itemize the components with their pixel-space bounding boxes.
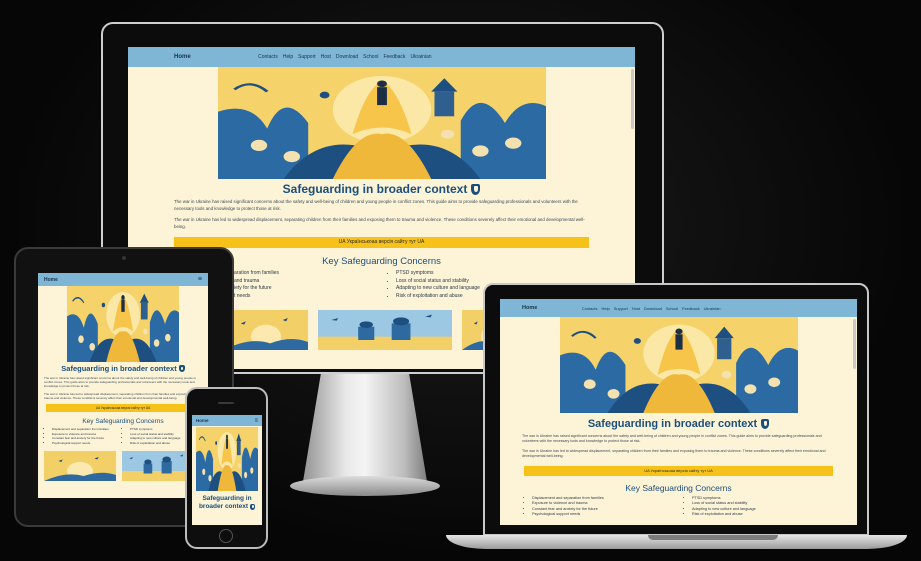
concerns-heading: Key Safeguarding Concerns: [82, 418, 164, 426]
list-item: t needs: [234, 292, 251, 299]
displacement-paragraph: The war in Ukraine has led to widespread…: [174, 217, 585, 229]
nav-link-host[interactable]: Host: [632, 306, 640, 311]
displacement-paragraph: The war in Ukraine has led to widespread…: [522, 448, 826, 459]
hamburger-menu-icon[interactable]: ≡: [254, 418, 258, 424]
tablet-screen: Home ≡ Safeguarding in broader context T…: [38, 273, 208, 498]
shield-icon: [471, 183, 481, 195]
list-item: iety for the future: [234, 285, 272, 292]
imac-stand-base: [290, 476, 440, 496]
hero-image: [218, 67, 546, 179]
displacement-paragraph: The war in Ukraine has led to widespread…: [44, 391, 199, 400]
intro-paragraph: The war in Ukraine has raised significan…: [44, 376, 196, 389]
concerns-lists: Displacement and separation from familie…: [500, 496, 857, 518]
laptop-notch: [648, 535, 778, 540]
hamburger-menu-icon[interactable]: ≡: [198, 276, 202, 283]
gallery: [38, 451, 208, 481]
laptop-screen: Home Contacts Help Support Host Download…: [500, 299, 857, 525]
nav-link-support[interactable]: Support: [614, 306, 628, 311]
hero-image: [67, 286, 179, 362]
nav-home-link[interactable]: Home: [196, 418, 209, 423]
hero-image: [560, 317, 798, 413]
shield-icon: [178, 365, 185, 372]
concerns-list-right: PTSD symptoms Loss of social status and …: [126, 427, 180, 445]
shield-icon: [250, 504, 256, 510]
list-item: aration from families: [234, 270, 280, 277]
nav-links: Contacts Help Support Host Download Scho…: [582, 306, 791, 311]
nav-link-ukrainian[interactable]: Ukrainian: [410, 54, 431, 60]
imac-stand: [302, 374, 428, 484]
list-item: Risk of exploitation and abuse: [396, 293, 480, 301]
nav-link-host[interactable]: Host: [321, 54, 331, 60]
concerns-list-left: Displacement and separation from familie…: [526, 496, 686, 518]
page-title: Safeguarding in broader context: [500, 418, 857, 430]
gallery-image: [122, 451, 194, 481]
list-item: Psychological support needs: [52, 441, 126, 446]
nav-link-support[interactable]: Support: [298, 54, 316, 60]
mockup-stage: Home Contacts Help Support Host Download…: [0, 0, 921, 561]
speaker-icon: [218, 402, 234, 404]
list-item: Adapting to new culture and language: [396, 285, 480, 293]
nav-link-help[interactable]: Help: [283, 54, 293, 60]
gallery-image: [318, 310, 452, 350]
ukrainian-version-button[interactable]: UA Українськоаа версія сайту тут UA: [46, 404, 200, 413]
nav-link-feedback[interactable]: Feedback: [383, 54, 405, 60]
page-title: Safeguarding in broader context: [192, 495, 262, 511]
nav-link-download[interactable]: Download: [336, 54, 358, 60]
list-item: PTSD symptoms: [396, 270, 480, 278]
page-title: Safeguarding in broader context: [38, 364, 208, 373]
list-item: Psychological support needs: [532, 512, 686, 518]
nav-home-link[interactable]: Home: [522, 305, 537, 311]
list-item: Risk of exploitation and abuse: [692, 512, 756, 518]
gallery-image: [44, 451, 116, 481]
list-item: Loss of social status and stability: [396, 278, 480, 286]
nav-link-contacts[interactable]: Contacts: [582, 306, 598, 311]
concerns-list-right: PTSD symptoms Loss of social status and …: [388, 270, 480, 300]
intro-paragraph: The war in Ukraine has raised significan…: [174, 199, 578, 211]
navbar: Home Contacts Help Support Host Download…: [500, 299, 857, 317]
navbar: Home Contacts Help Support Host Download…: [128, 47, 635, 67]
navbar: Home ≡: [192, 415, 262, 426]
nav-link-school[interactable]: School: [363, 54, 378, 60]
ukrainian-version-button[interactable]: UA Українськоаа версія сайту тут UA: [524, 465, 833, 476]
nav-home-link[interactable]: Home: [174, 54, 191, 60]
nav-link-contacts[interactable]: Contacts: [258, 54, 278, 60]
home-button-icon[interactable]: [219, 529, 233, 543]
list-item: Loss of social status and stability: [692, 501, 756, 507]
nav-links: Contacts Help Support Host Download Scho…: [258, 54, 521, 60]
concerns-list-left: aration from families and trauma iety fo…: [228, 270, 388, 300]
scrollbar[interactable]: [853, 319, 856, 369]
shield-icon: [761, 419, 770, 429]
scrollbar[interactable]: [631, 69, 634, 129]
camera-icon: [122, 256, 126, 260]
ukrainian-version-button[interactable]: UA Українськоаа версія сайту тут UA: [174, 237, 589, 249]
concerns-heading: Key Safeguarding Concerns: [625, 482, 732, 493]
list-item: Risk of exploitation and abuse: [130, 441, 180, 446]
gallery-image: [224, 310, 308, 350]
nav-link-ukrainian[interactable]: Ukrainian: [704, 306, 721, 311]
nav-link-feedback[interactable]: Feedback: [682, 306, 700, 311]
hero-image: [196, 427, 258, 491]
concerns-list-left: Displacement and separation from familie…: [48, 427, 126, 445]
concerns-lists: Displacement and separation from familie…: [38, 427, 208, 445]
intro-paragraph: The war in Ukraine has raised significan…: [522, 434, 822, 444]
list-item: and trauma: [234, 277, 260, 284]
page-title: Safeguarding in broader context: [128, 182, 635, 196]
nav-link-school[interactable]: School: [666, 306, 678, 311]
nav-link-help[interactable]: Help: [602, 306, 610, 311]
phone-screen: Home ≡ Safeguarding in broader context: [192, 415, 262, 525]
nav-home-link[interactable]: Home: [44, 277, 58, 283]
concerns-list-right: PTSD symptoms Loss of social status and …: [686, 496, 756, 518]
nav-link-download[interactable]: Download: [644, 306, 662, 311]
navbar: Home ≡: [38, 273, 208, 286]
